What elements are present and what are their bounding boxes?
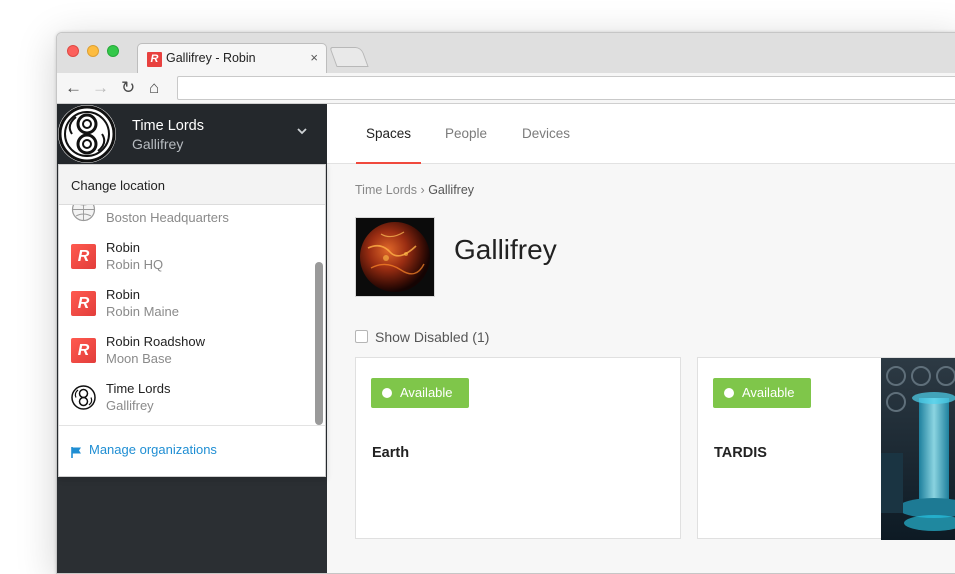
location-org: Robin Roadshow [106,334,206,349]
location-name: Moon Base [106,351,172,366]
dropdown-title: Change location [71,178,165,193]
tab-close-icon[interactable]: × [310,50,318,65]
location-org: Robin [106,287,140,302]
maximize-window-button[interactable] [107,45,119,57]
active-tab-indicator [356,162,421,164]
tab-spaces[interactable]: Spaces [366,126,411,141]
location-name: Gallifrey [106,398,154,413]
back-arrow-icon[interactable]: ← [65,78,82,98]
dropdown-header: Change location [59,165,325,205]
location-org: Robin [106,240,140,255]
status-dot-icon [382,388,392,398]
space-card[interactable]: Available Earth [355,357,681,539]
show-disabled-checkbox[interactable] [355,330,368,343]
breadcrumb: Time Lords › Gallifrey [355,183,474,197]
chevron-down-icon[interactable] [297,124,307,138]
top-nav: Spaces People Devices [327,104,955,164]
new-tab-button[interactable] [329,47,369,67]
browser-tab[interactable]: R Gallifrey - Robin × [137,43,327,73]
org-name: Time Lords [132,118,204,134]
tab-strip: R Gallifrey - Robin × [57,33,955,73]
status-badge: Available [713,378,811,408]
status-badge: Available [371,378,469,408]
forward-arrow-icon[interactable]: → [92,78,109,98]
location-item[interactable]: Boston Headquarters [59,205,309,237]
show-disabled-label: Show Disabled (1) [375,329,490,345]
space-image [355,217,435,297]
home-icon[interactable]: ⌂ [149,78,159,98]
location-item[interactable]: R Robin Robin Maine [59,284,309,331]
robin-logo-icon: R [71,291,96,316]
location-item[interactable]: R Robin Robin HQ [59,237,309,284]
space-title: Gallifrey [454,234,557,265]
browser-window: R Gallifrey - Robin × ← → ↻ ⌂ Time Lords… [56,32,955,574]
app-area: Time Lords Gallifrey Spaces People Devic… [57,104,955,573]
status-dot-icon [724,388,734,398]
breadcrumb-current: Gallifrey [428,183,475,197]
seal-of-rassilon-icon [58,105,116,163]
card-title: Earth [372,445,410,461]
location-org: Time Lords [106,381,171,396]
card-title: TARDIS [714,445,767,461]
space-card[interactable]: Available TARDIS [697,357,955,540]
location-name: Robin Maine [106,304,179,319]
show-disabled-toggle[interactable]: Show Disabled (1) [355,329,489,345]
location-list: Boston Headquarters R Robin Robin HQ R R… [59,205,325,425]
address-bar[interactable] [177,76,955,100]
dropdown-footer: Manage organizations [59,425,325,478]
org-switcher[interactable]: Time Lords Gallifrey [57,104,327,164]
robin-favicon-icon: R [147,52,162,67]
browser-toolbar: ← → ↻ ⌂ [57,73,955,104]
seal-of-rassilon-icon [71,385,96,410]
location-dropdown: Change location Boston Headquarters R Ro… [58,164,326,477]
main-content: Spaces People Devices Time Lords › Galli… [327,104,955,573]
org-location: Gallifrey [132,136,184,152]
reload-icon[interactable]: ↻ [121,78,135,98]
tardis-interior-image [881,358,955,540]
location-name: Robin HQ [106,257,164,272]
robin-logo-icon: R [71,338,96,363]
location-name: Boston Headquarters [106,210,229,225]
flag-icon [71,446,83,459]
status-badge-label: Available [400,385,453,400]
tab-people[interactable]: People [445,126,487,141]
robin-logo-icon: R [71,244,96,269]
close-window-button[interactable] [67,45,79,57]
manage-organizations-link[interactable]: Manage organizations [89,442,217,457]
location-item[interactable]: Time Lords Gallifrey [59,378,309,425]
breadcrumb-parent[interactable]: Time Lords [355,183,417,197]
location-item[interactable]: R Robin Roadshow Moon Base [59,331,309,378]
breadcrumb-separator: › [420,183,425,197]
status-badge-label: Available [742,385,795,400]
tab-title: Gallifrey - Robin [166,51,256,65]
scrollbar-thumb[interactable] [315,262,323,425]
minimize-window-button[interactable] [87,45,99,57]
dropdown-scrollbar[interactable] [314,205,324,425]
tab-devices[interactable]: Devices [522,126,570,141]
globe-icon [71,205,96,222]
